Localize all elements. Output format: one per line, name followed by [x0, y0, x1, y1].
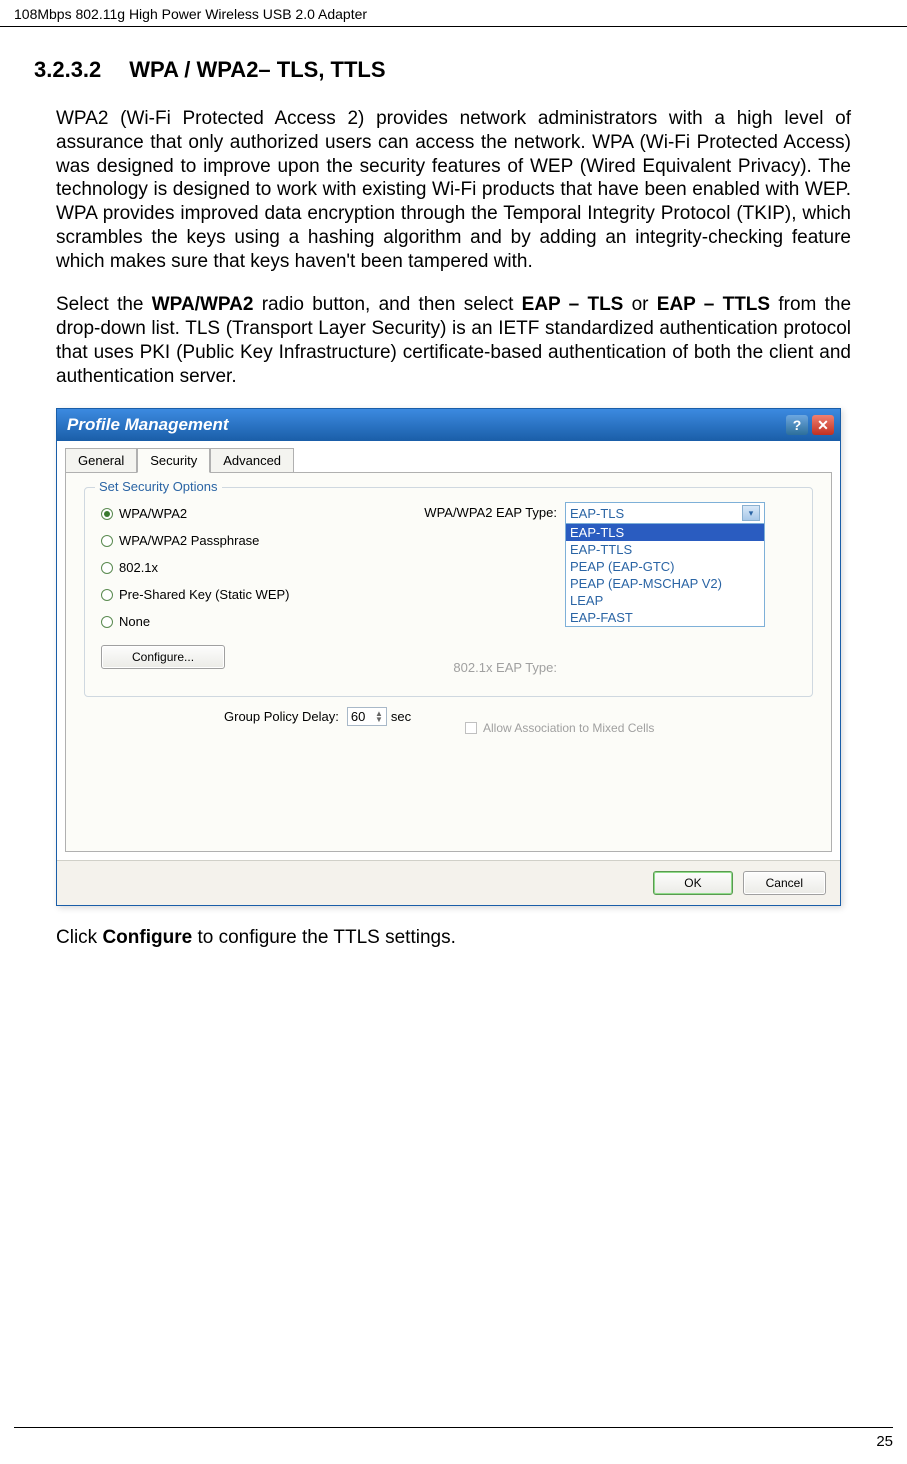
page-header: 108Mbps 802.11g High Power Wireless USB … — [0, 0, 907, 27]
radio-icon — [101, 616, 113, 628]
tab-security[interactable]: Security — [137, 448, 210, 473]
paragraph-2: Select the WPA/WPA2 radio button, and th… — [56, 293, 851, 388]
eap-selected-value: EAP-TLS — [570, 506, 624, 521]
gpd-label: Group Policy Delay: — [224, 709, 339, 724]
dialog-buttons: OK Cancel — [57, 860, 840, 905]
mixed-cells-checkbox: Allow Association to Mixed Cells — [465, 721, 785, 735]
help-button[interactable]: ? — [786, 415, 808, 435]
paragraph-1: WPA2 (Wi-Fi Protected Access 2) provides… — [56, 107, 851, 273]
cancel-button[interactable]: Cancel — [743, 871, 826, 895]
eap-option[interactable]: EAP-TTLS — [566, 541, 764, 558]
gpd-spinner[interactable]: 60 ▲▼ — [347, 707, 387, 726]
paragraph-3: Click Configure to configure the TTLS se… — [56, 926, 851, 950]
tab-advanced[interactable]: Advanced — [210, 448, 294, 473]
dialog-titlebar: Profile Management ? ✕ — [57, 409, 840, 441]
tab-strip: General Security Advanced — [57, 441, 840, 472]
ok-button[interactable]: OK — [653, 871, 732, 895]
product-name: 108Mbps 802.11g High Power Wireless USB … — [14, 6, 367, 22]
profile-management-dialog: Profile Management ? ✕ General Security … — [56, 408, 841, 906]
page-number: 25 — [876, 1433, 893, 1450]
fieldset-legend: Set Security Options — [95, 479, 222, 494]
tab-body: Set Security Options WPA/WPA2 WPA/WPA2 P… — [65, 472, 832, 852]
section-title: WPA / WPA2– TLS, TTLS — [129, 57, 385, 83]
radio-icon — [101, 508, 113, 520]
spinner-arrows-icon: ▲▼ — [375, 711, 383, 723]
eap-option[interactable]: EAP-FAST — [566, 609, 764, 626]
footer-divider — [14, 1427, 893, 1428]
radio-icon — [101, 562, 113, 574]
dialog-title: Profile Management — [67, 415, 229, 435]
8021x-eap-label: 802.1x EAP Type: — [405, 657, 565, 675]
radio-icon — [101, 589, 113, 601]
eap-options-list: EAP-TLS EAP-TTLS PEAP (EAP-GTC) PEAP (EA… — [566, 523, 764, 626]
eap-option[interactable]: LEAP — [566, 592, 764, 609]
chevron-down-icon: ▾ — [742, 505, 760, 521]
security-options-fieldset: Set Security Options WPA/WPA2 WPA/WPA2 P… — [84, 487, 813, 697]
eap-type-dropdown[interactable]: EAP-TLS ▾ EAP-TLS EAP-TTLS PEAP (EAP-GTC… — [565, 502, 765, 627]
checkbox-icon — [465, 722, 477, 734]
radio-icon — [101, 535, 113, 547]
configure-button[interactable]: Configure... — [101, 645, 225, 669]
eap-type-label: WPA/WPA2 EAP Type: — [405, 502, 565, 520]
section-number: 3.2.3.2 — [34, 57, 101, 83]
section-heading: 3.2.3.2 WPA / WPA2– TLS, TTLS — [34, 57, 851, 83]
close-button[interactable]: ✕ — [812, 415, 834, 435]
eap-option[interactable]: EAP-TLS — [566, 524, 764, 541]
eap-option[interactable]: PEAP (EAP-MSCHAP V2) — [566, 575, 764, 592]
tab-general[interactable]: General — [65, 448, 137, 473]
eap-option[interactable]: PEAP (EAP-GTC) — [566, 558, 764, 575]
